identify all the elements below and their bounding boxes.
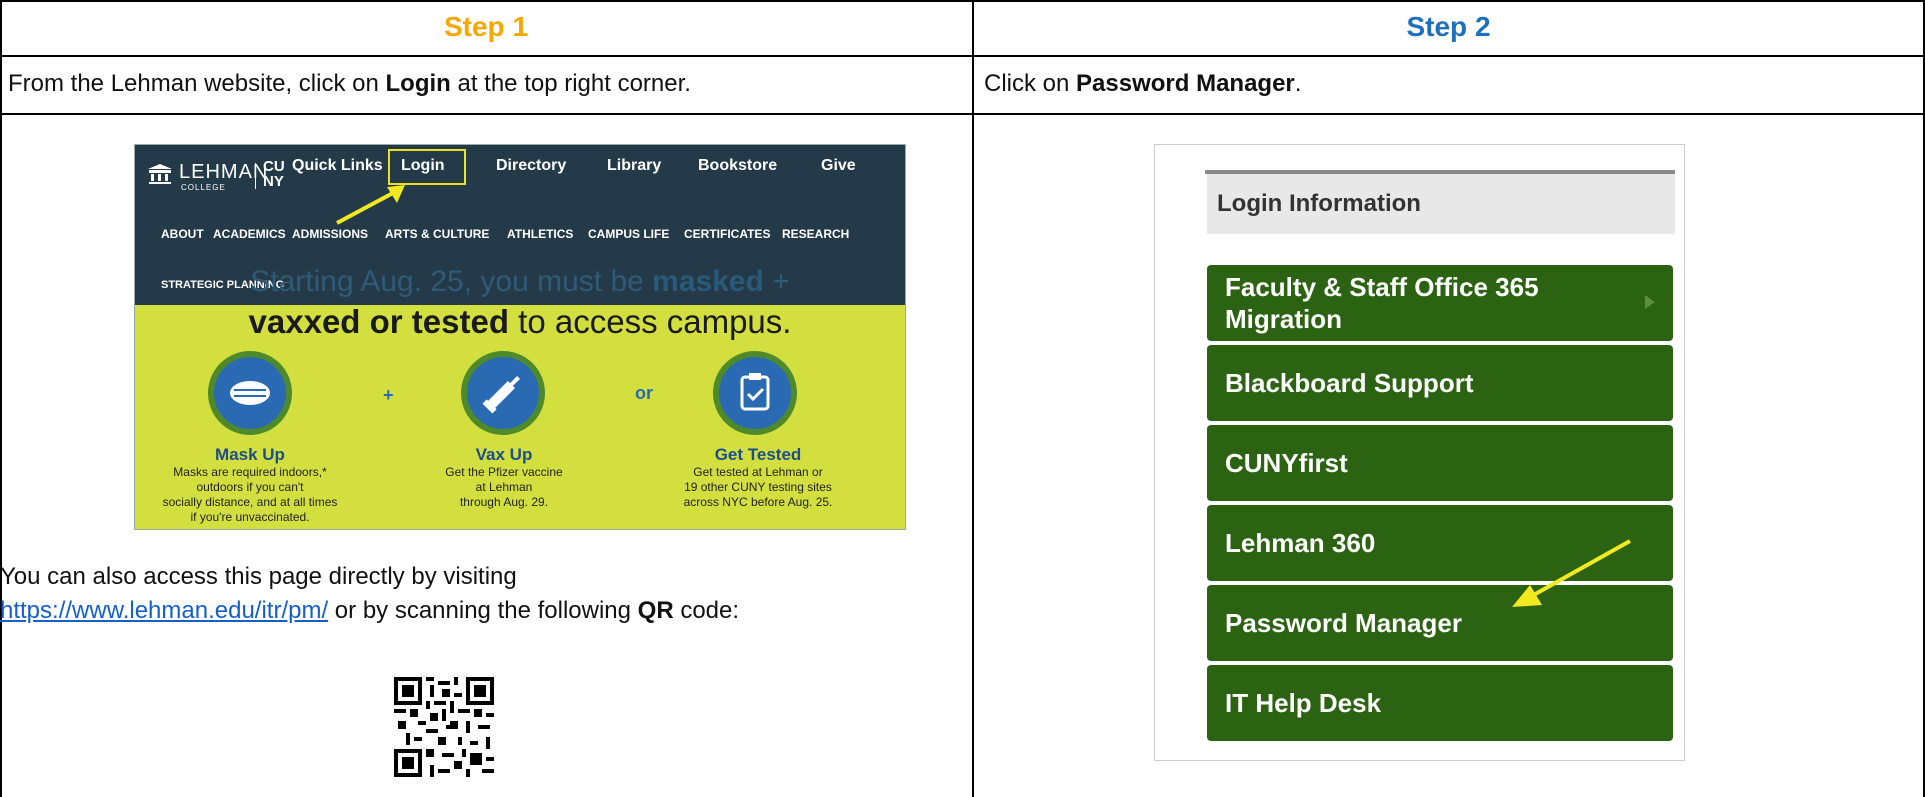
lehman-logo-subtext: COLLEGE bbox=[181, 183, 226, 192]
nav-research[interactable]: RESEARCH bbox=[782, 227, 849, 241]
nav-athletics[interactable]: ATHLETICS bbox=[507, 227, 573, 241]
table-column-divider bbox=[972, 0, 974, 797]
get-tested-text: Get tested at Lehman or 19 other CUNY te… bbox=[683, 465, 833, 509]
lehman-website-screenshot: LEHMAN COLLEGE CU NY Quick Links Login D… bbox=[134, 144, 906, 530]
covid-banner-line-1: Starting Aug. 25, you must be masked + bbox=[135, 265, 905, 299]
nav-campus-life[interactable]: CAMPUS LIFE bbox=[588, 227, 669, 241]
chevron-right-icon bbox=[1645, 295, 1655, 309]
top-link-give[interactable]: Give bbox=[821, 157, 856, 175]
covid-banner-line-2: vaxxed or tested to access campus. bbox=[135, 303, 905, 341]
mask-up-text: Masks are required indoors,* outdoors if… bbox=[162, 465, 338, 524]
clipboard-check-icon bbox=[713, 351, 797, 435]
table-row-divider-1 bbox=[0, 55, 1925, 57]
instruction-text-end: . bbox=[1294, 70, 1302, 97]
top-link-library[interactable]: Library bbox=[607, 157, 661, 175]
login-information-screenshot: Login Information Faculty & Staff Office… bbox=[1154, 144, 1685, 761]
logo-separator bbox=[255, 163, 256, 189]
arrow-to-login bbox=[336, 185, 405, 225]
menu-item-label: Blackboard Support bbox=[1225, 367, 1474, 398]
syringe-icon bbox=[461, 351, 545, 435]
vax-up-heading: Vax Up bbox=[475, 445, 533, 464]
banner-text: + bbox=[763, 265, 790, 298]
instruction-bold-login: Login bbox=[385, 70, 451, 97]
menu-it-help-desk[interactable]: IT Help Desk bbox=[1207, 665, 1673, 741]
banner-text: to access campus. bbox=[509, 303, 792, 340]
table-border-left bbox=[0, 0, 2, 797]
top-link-directory[interactable]: Directory bbox=[496, 157, 566, 175]
nav-about[interactable]: ABOUT bbox=[161, 227, 204, 241]
nav-certificates[interactable]: CERTIFICATES bbox=[684, 227, 770, 241]
menu-item-label: IT Help Desk bbox=[1225, 687, 1382, 718]
menu-item-label: CUNYfirst bbox=[1225, 447, 1348, 478]
nav-academics[interactable]: ACADEMICS bbox=[213, 227, 286, 241]
step-1-title: Step 1 bbox=[443, 11, 529, 42]
direct-access-line-1: You can also access this page directly b… bbox=[0, 563, 517, 590]
menu-cunyfirst[interactable]: CUNYfirst bbox=[1207, 425, 1673, 501]
para-text-end: code: bbox=[673, 597, 740, 624]
instruction-bold-password-manager: Password Manager bbox=[1076, 70, 1295, 97]
banner-bold: vaxxed or tested bbox=[248, 303, 509, 340]
vax-up-text: Get the Pfizer vaccine at Lehman through… bbox=[445, 465, 563, 509]
nav-admissions[interactable]: ADMISSIONS bbox=[292, 227, 368, 241]
direct-access-line-2: https://www.lehman.edu/itr/pm/ or by sca… bbox=[0, 597, 739, 625]
table-border-top bbox=[0, 0, 1925, 2]
para-bold-qr: QR bbox=[637, 597, 674, 624]
instruction-text-end: at the top right corner. bbox=[450, 70, 691, 97]
menu-item-label: Password Manager bbox=[1225, 607, 1462, 638]
password-manager-link[interactable]: https://www.lehman.edu/itr/pm/ bbox=[0, 597, 328, 624]
or-connector: or bbox=[635, 383, 653, 403]
table-row-divider-2 bbox=[0, 113, 1925, 115]
banner-text: Starting Aug. 25, you must be bbox=[250, 265, 653, 298]
nav-arts-culture[interactable]: ARTS & CULTURE bbox=[385, 227, 489, 241]
instruction-text: Click on bbox=[984, 70, 1077, 97]
step-2-instruction: Click on Password Manager. bbox=[984, 70, 1301, 98]
get-tested-heading: Get Tested bbox=[714, 445, 802, 464]
arrow-to-password-manager bbox=[1512, 539, 1631, 607]
cuny-logo-text: CU NY bbox=[263, 158, 285, 190]
menu-item-label: Lehman 360 bbox=[1225, 527, 1376, 558]
instruction-text: From the Lehman website, click on bbox=[8, 70, 386, 97]
login-information-header: Login Information bbox=[1207, 174, 1675, 234]
menu-item-label: Faculty & Staff Office 365 Migration bbox=[1225, 272, 1539, 334]
step-2-title: Step 2 bbox=[1406, 11, 1491, 42]
para-text: or by scanning the following bbox=[328, 597, 638, 624]
mask-icon bbox=[208, 351, 292, 435]
top-link-login[interactable]: Login bbox=[401, 157, 445, 175]
step-1-instruction: From the Lehman website, click on Login … bbox=[8, 70, 691, 98]
top-link-bookstore[interactable]: Bookstore bbox=[698, 157, 777, 175]
qr-code-icon bbox=[394, 677, 494, 777]
mask-up-heading: Mask Up bbox=[215, 445, 285, 464]
menu-faculty-staff-office-365[interactable]: Faculty & Staff Office 365 Migration bbox=[1207, 265, 1673, 341]
banner-bold: masked bbox=[652, 265, 764, 298]
top-link-quick-links[interactable]: Quick Links bbox=[292, 157, 383, 175]
menu-blackboard-support[interactable]: Blackboard Support bbox=[1207, 345, 1673, 421]
plus-connector: + bbox=[383, 385, 394, 405]
lehman-seal-icon bbox=[148, 164, 172, 184]
